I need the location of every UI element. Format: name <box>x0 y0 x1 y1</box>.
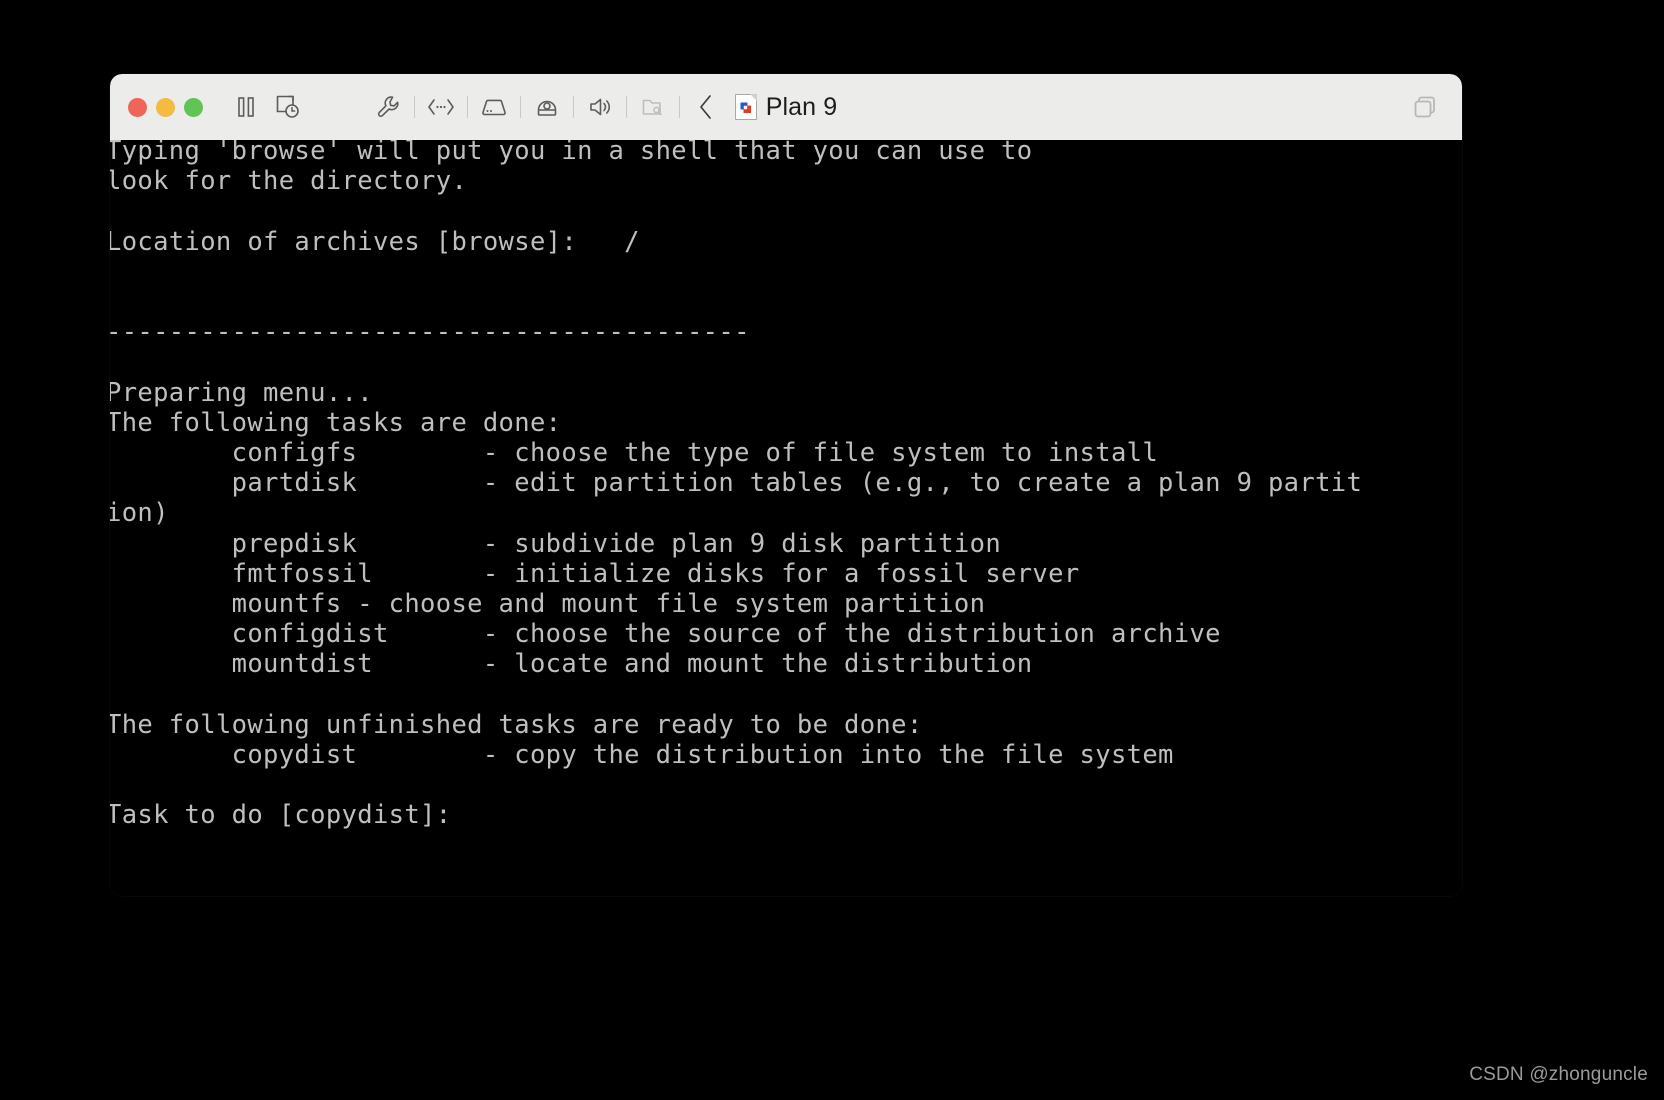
hard-disk-icon <box>480 96 508 118</box>
wrench-icon <box>375 94 401 120</box>
chevron-left-icon <box>695 93 717 121</box>
maximize-button[interactable] <box>184 97 203 117</box>
back-button[interactable] <box>685 86 727 128</box>
camera-button[interactable] <box>526 86 568 128</box>
watermark: CSDN @zhonguncle <box>1469 1064 1648 1085</box>
speaker-icon <box>587 95 613 119</box>
camera-icon <box>534 95 560 119</box>
snapshot-clock-icon <box>275 94 301 120</box>
harddisk-button[interactable] <box>473 86 515 128</box>
unity-view-button[interactable] <box>1404 86 1446 128</box>
shared-folder-icon <box>640 95 666 119</box>
terminal-screen[interactable]: Typing 'browse' will put you in a shell … <box>110 140 1462 896</box>
minimize-button[interactable] <box>156 97 175 117</box>
window-controls <box>128 97 203 117</box>
sound-button[interactable] <box>579 86 621 128</box>
vm-toolbar <box>110 74 1462 140</box>
toolbar-divider <box>679 96 680 118</box>
toolbar-divider <box>573 96 574 118</box>
settings-button[interactable] <box>367 86 409 128</box>
terminal-output: Typing 'browse' will put you in a shell … <box>110 140 1363 896</box>
close-button[interactable] <box>128 97 147 117</box>
overlapping-squares-icon <box>1410 92 1440 122</box>
shared-folder-button[interactable] <box>632 86 674 128</box>
snapshot-button[interactable] <box>267 86 309 128</box>
pause-icon <box>235 95 257 119</box>
toolbar-divider <box>626 96 627 118</box>
network-icon <box>426 96 456 118</box>
virtual-machine-window: Plan 9 Typing 'browse' will put you in a… <box>110 74 1462 896</box>
toolbar-divider <box>414 96 415 118</box>
pause-button[interactable] <box>225 86 267 128</box>
network-button[interactable] <box>420 86 462 128</box>
toolbar-divider <box>520 96 521 118</box>
toolbar-divider <box>467 96 468 118</box>
